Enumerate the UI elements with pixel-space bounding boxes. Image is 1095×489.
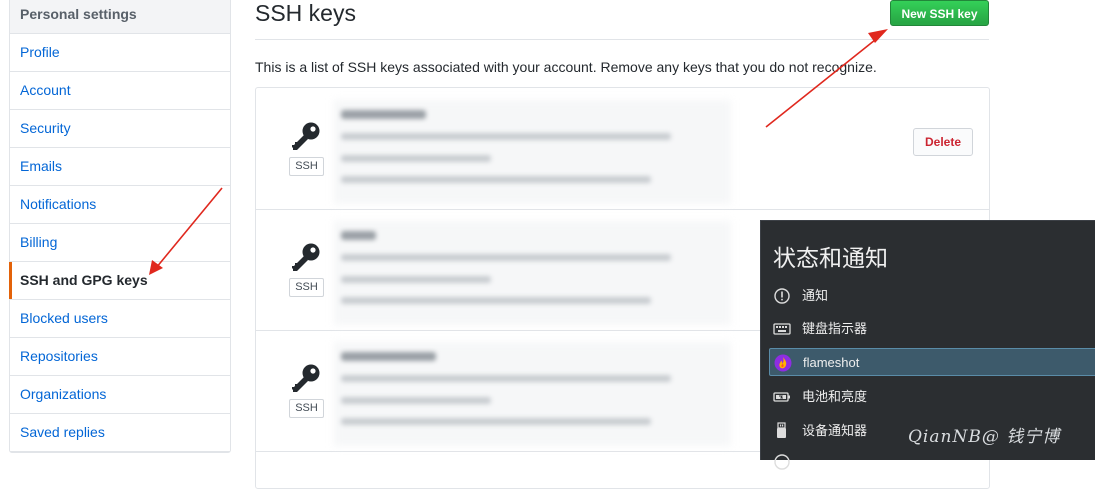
tray-item-label: 通知: [802, 288, 829, 303]
redacted-key-fingerprint: [341, 133, 671, 140]
ssh-key-row: SSH Delete: [256, 88, 989, 210]
page-title: SSH keys: [255, 0, 356, 26]
redacted-key-title: [341, 352, 436, 361]
sidebar-item-ssh-gpg-keys[interactable]: SSH and GPG keys: [9, 262, 230, 300]
new-ssh-key-button[interactable]: New SSH key: [890, 0, 989, 26]
key-icon: [292, 243, 320, 271]
tray-item-battery-brightness[interactable]: 电池和亮度: [769, 383, 1095, 411]
sidebar-item-security[interactable]: Security: [10, 110, 230, 148]
sidebar-item-saved-replies[interactable]: Saved replies: [10, 414, 230, 452]
ssh-badge: SSH: [289, 157, 324, 176]
redacted-key-last-used: [341, 418, 651, 425]
redacted-key-fingerprint: [341, 375, 671, 382]
sidebar-item-emails[interactable]: Emails: [10, 148, 230, 186]
tray-item-label: 电池和亮度: [802, 389, 868, 404]
redacted-key-added: [341, 276, 491, 283]
usb-drive-icon: [777, 422, 786, 438]
sidebar-item-account[interactable]: Account: [10, 72, 230, 110]
redacted-key-title: [341, 110, 426, 119]
redacted-key-details: [334, 221, 731, 325]
arrow-head-new-ssh-key: [868, 29, 888, 43]
delete-key-button[interactable]: Delete: [913, 128, 973, 156]
tray-item-keyboard-indicator[interactable]: 键盘指示器: [769, 315, 1095, 343]
sidebar-item-profile[interactable]: Profile: [10, 34, 230, 72]
redacted-key-fingerprint: [341, 254, 671, 261]
ssh-badge: SSH: [289, 399, 324, 418]
battery-icon: [773, 392, 790, 402]
intro-text: This is a list of SSH keys associated wi…: [255, 59, 877, 75]
tray-item-notifications[interactable]: 通知: [769, 282, 1095, 310]
tray-item-label: 键盘指示器: [802, 321, 868, 336]
partial-tray-icon: [774, 454, 790, 470]
sidebar-item-billing[interactable]: Billing: [10, 224, 230, 262]
ssh-badge: SSH: [289, 278, 324, 297]
settings-sidebar: Personal settings Profile Account Securi…: [9, 0, 231, 453]
tray-title: 状态和通知: [773, 245, 888, 271]
key-icon: [292, 364, 320, 392]
flameshot-icon: [774, 354, 792, 372]
tray-item-label: flameshot: [803, 355, 860, 370]
sidebar-item-notifications[interactable]: Notifications: [10, 186, 230, 224]
sidebar-header: Personal settings: [10, 0, 230, 34]
redacted-key-title: [341, 231, 376, 240]
key-icon: [292, 122, 320, 150]
redacted-key-added: [341, 397, 491, 404]
alert-circle-icon: [774, 288, 790, 304]
redacted-key-added: [341, 155, 491, 162]
sidebar-item-blocked-users[interactable]: Blocked users: [10, 300, 230, 338]
tray-item-label: 设备通知器: [802, 423, 868, 438]
redacted-key-last-used: [341, 176, 651, 183]
tray-item-flameshot[interactable]: flameshot: [769, 348, 1095, 376]
sidebar-item-organizations[interactable]: Organizations: [10, 376, 230, 414]
sidebar-item-repositories[interactable]: Repositories: [10, 338, 230, 376]
title-divider: [255, 39, 989, 40]
watermark: QianNB@ 钱宁博: [908, 427, 1061, 447]
keyboard-icon: [773, 323, 791, 335]
redacted-key-last-used: [341, 297, 651, 304]
